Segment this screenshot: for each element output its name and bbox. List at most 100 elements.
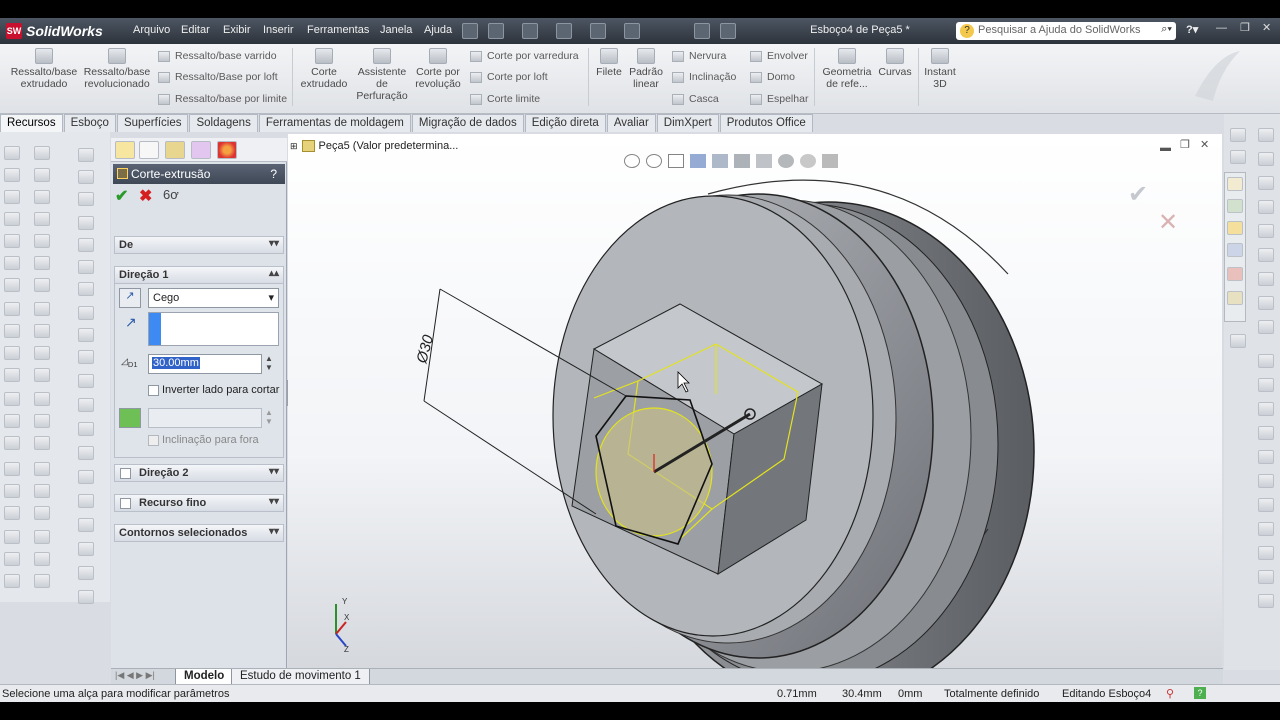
tool-icon[interactable] [78,238,94,252]
dimxpert-manager-tab-icon[interactable] [191,141,211,159]
draft-spinner-icon[interactable]: ▲ ▼ [265,408,273,426]
tool-icon[interactable] [34,392,50,406]
tool-icon[interactable] [4,168,20,182]
graphics-area[interactable]: ⊞Peça5 (Valor predetermina... ▬ ❐ ✕ ✔ ✕ [288,134,1222,668]
tool-icon[interactable] [1230,334,1246,348]
section-de[interactable]: De ▾▾ [114,236,284,254]
inclinacao-button[interactable]: Inclinação [672,71,736,83]
tool-icon[interactable] [78,542,94,556]
tool-icon[interactable] [1258,200,1274,214]
draft-angle-input[interactable] [148,408,262,428]
tab-edicao-direta[interactable]: Edição direta [524,114,606,132]
help-search-input[interactable]: ? Pesquisar a Ajuda do SolidWorks ⌕▾ [956,22,1176,40]
direction-selection-box[interactable] [148,312,279,346]
tool-icon[interactable] [34,324,50,338]
tool-icon[interactable] [4,484,20,498]
menu-ajuda[interactable]: Ajuda [424,24,452,36]
reverse-direction-icon[interactable]: ↗ [119,288,141,308]
corte-loft-button[interactable]: Corte por loft [470,71,548,83]
espelhar-button[interactable]: Espelhar [750,93,808,105]
tool-icon[interactable] [78,260,94,274]
ressalto-limite-button[interactable]: Ressalto/base por limite [158,93,287,105]
tool-icon[interactable] [1258,176,1274,190]
display-manager-tab-icon[interactable] [217,141,237,159]
corte-limite-button[interactable]: Corte limite [470,93,540,105]
rebuild-icon[interactable] [694,23,710,39]
tool-icon[interactable] [78,590,94,604]
pm-help-icon[interactable]: ? [270,167,277,181]
inclinacao-checkbox-box[interactable] [148,435,159,446]
tool-icon[interactable] [78,446,94,460]
tool-icon[interactable] [78,470,94,484]
help-question-icon[interactable]: ?▾ [1186,23,1198,36]
tool-icon[interactable] [34,168,50,182]
tool-icon[interactable] [4,190,20,204]
tool-icon[interactable] [78,350,94,364]
tool-icon[interactable] [1258,522,1274,536]
geometria-referencia-button[interactable]: Geometria de refe... [820,48,874,90]
menu-arquivo[interactable]: Arquivo [133,24,170,36]
minimize-icon[interactable]: — [1216,22,1227,34]
curvas-button[interactable]: Curvas [876,48,914,78]
tool-icon[interactable] [78,518,94,532]
tool-icon[interactable] [1230,128,1246,142]
tool-icon[interactable] [78,566,94,580]
tool-icon[interactable] [34,234,50,248]
corte-extrudado-button[interactable]: Corte extrudado [298,48,350,90]
tab-esboco[interactable]: Esboço [63,114,116,132]
tab-avaliar[interactable]: Avaliar [606,114,656,132]
draft-on-off-icon[interactable] [119,408,141,428]
tool-icon[interactable] [1258,546,1274,560]
file-explorer-icon[interactable] [1227,243,1243,257]
tool-icon[interactable] [4,234,20,248]
tool-icon[interactable] [1258,272,1274,286]
tool-icon[interactable] [1258,426,1274,440]
tab-scroll-arrows-icon[interactable]: |◀ ◀ ▶ ▶| [115,670,155,681]
search-icon[interactable]: ⌕▾ [1161,23,1172,36]
tool-icon[interactable] [1258,378,1274,392]
ressalto-revolucionado-button[interactable]: Ressalto/base revolucionado [80,48,154,90]
tool-icon[interactable] [34,212,50,226]
diameter-dimension-text[interactable]: Ø30 [413,333,437,366]
tool-icon[interactable] [34,462,50,476]
tool-icon[interactable] [78,282,94,296]
tool-icon[interactable] [1258,594,1274,608]
tool-icon[interactable] [4,574,20,588]
tool-icon[interactable] [1258,474,1274,488]
tool-icon[interactable] [34,530,50,544]
save-icon[interactable] [556,23,572,39]
tool-icon[interactable] [4,368,20,382]
feature-manager-tab-icon[interactable] [115,141,135,159]
inverter-checkbox[interactable]: Inverter lado para cortar [148,384,288,398]
ressalto-varrido-button[interactable]: Ressalto/base varrido [158,50,277,62]
tool-icon[interactable] [1258,152,1274,166]
filete-button[interactable]: Filete [594,48,624,78]
tool-icon[interactable] [78,398,94,412]
depth-spinner-icon[interactable]: ▲ ▼ [265,354,273,372]
new-document-icon[interactable] [488,23,504,39]
menu-inserir[interactable]: Inserir [263,24,294,36]
instant3d-button[interactable]: Instant 3D [920,48,960,90]
tab-superficies[interactable]: Superfícies [116,114,189,132]
tool-icon[interactable] [4,392,20,406]
tool-icon[interactable] [34,552,50,566]
tool-icon[interactable] [4,506,20,520]
padrao-linear-button[interactable]: Padrão linear [626,48,666,90]
tool-icon[interactable] [34,256,50,270]
tool-icon[interactable] [34,574,50,588]
tool-icon[interactable] [4,462,20,476]
tool-icon[interactable] [1258,498,1274,512]
tab-migracao-dados[interactable]: Migração de dados [411,114,524,132]
tab-estudo-movimento[interactable]: Estudo de movimento 1 [231,669,370,685]
assistente-perfuracao-button[interactable]: Assistente de Perfuração [352,48,412,102]
tool-icon[interactable] [34,346,50,360]
tool-icon[interactable] [1258,570,1274,584]
tool-icon[interactable] [1258,248,1274,262]
menu-janela[interactable]: Janela [380,24,412,36]
tool-icon[interactable] [34,146,50,160]
tool-icon[interactable] [1258,450,1274,464]
tab-produtos-office[interactable]: Produtos Office [719,114,813,132]
custom-properties-icon[interactable] [1227,291,1243,305]
tool-icon[interactable] [4,302,20,316]
home-icon[interactable] [1227,177,1243,191]
